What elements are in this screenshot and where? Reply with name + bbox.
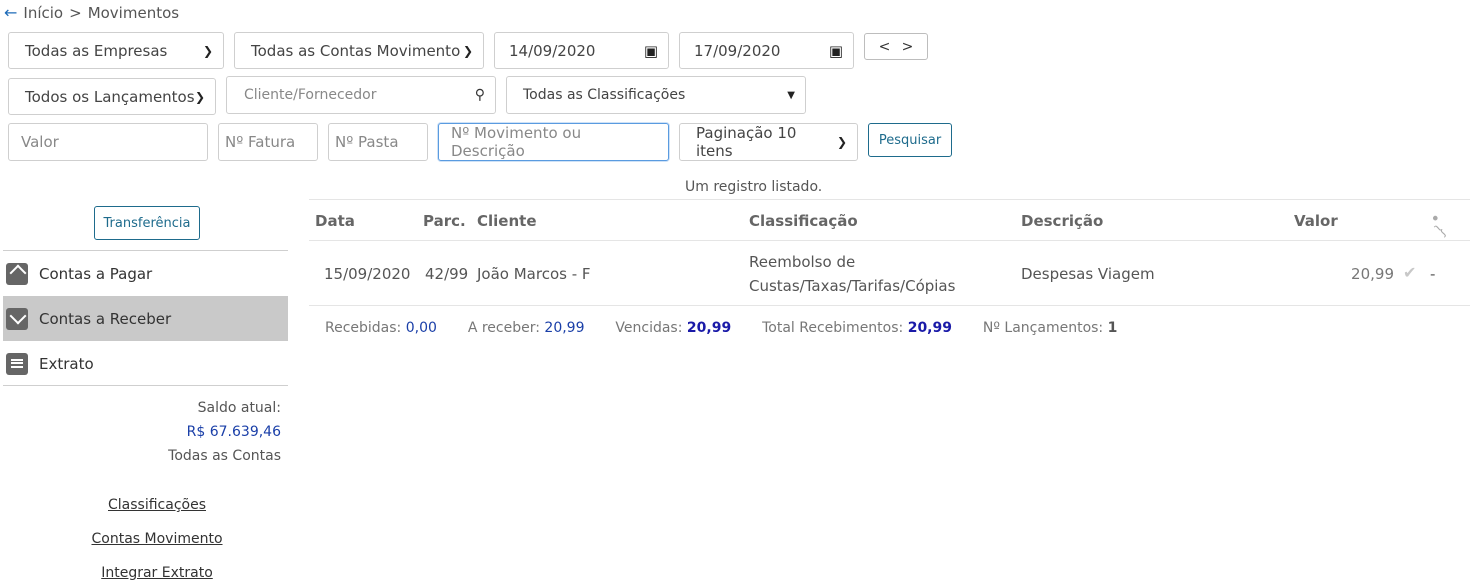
download-tray-icon <box>6 307 28 330</box>
prev-period-button[interactable]: < <box>879 39 891 55</box>
search-button[interactable]: Pesquisar <box>868 123 952 157</box>
recebidas-value: 0,00 <box>405 320 437 336</box>
breadcrumb-home[interactable]: Início <box>23 4 63 22</box>
check-icon[interactable]: ✔ <box>1403 263 1416 282</box>
link-integrar-extrato[interactable]: Integrar Extrato <box>57 565 257 581</box>
col-header-classificacao[interactable]: Classificação <box>749 212 858 230</box>
table-row-border <box>309 305 1470 306</box>
cliente-placeholder: Cliente/Fornecedor <box>244 87 377 103</box>
lancamentos-select-value: Todos os Lançamentos <box>25 87 195 106</box>
total-label: Total Recebimentos: <box>762 320 904 336</box>
vencidas-label: Vencidas: <box>615 320 683 336</box>
upload-tray-icon <box>6 262 28 285</box>
col-header-descricao[interactable]: Descrição <box>1021 212 1103 230</box>
sidebar-divider <box>3 385 288 386</box>
summary-bar: Recebidas: 0,00 A receber: 20,99 Vencida… <box>325 320 1117 336</box>
date-from-input[interactable]: 14/09/2020 ▣ <box>494 32 669 69</box>
col-header-data[interactable]: Data <box>315 212 355 230</box>
sidebar-item-contas-pagar[interactable]: Contas a Pagar <box>3 251 288 296</box>
statement-icon <box>6 352 28 375</box>
valor-placeholder: Valor <box>21 133 59 151</box>
sidebar-item-contas-receber[interactable]: Contas a Receber <box>3 296 288 341</box>
back-arrow-icon[interactable]: ← <box>4 3 17 22</box>
status-text: Um registro listado. <box>685 179 823 195</box>
link-classificacoes[interactable]: Classificações <box>57 497 257 513</box>
contas-select-value: Todas as Contas Movimento <box>251 41 461 60</box>
table-top-border <box>309 199 1470 200</box>
classificacoes-select-value: Todas as Classificações <box>523 87 686 103</box>
cell-classificacao-line2: Custas/Taxas/Tarifas/Cópias <box>749 277 956 295</box>
saldo-scope: Todas as Contas <box>168 448 281 464</box>
sidebar-item-label: Contas a Pagar <box>39 264 153 283</box>
lancamentos-select[interactable]: Todos os Lançamentos ❯ <box>8 78 216 115</box>
attachment-icon: •︷ <box>1424 208 1457 240</box>
cell-descricao: Despesas Viagem <box>1021 265 1155 283</box>
search-icon[interactable]: ⚲ <box>475 87 485 103</box>
cliente-fornecedor-input[interactable]: Cliente/Fornecedor ⚲ <box>226 76 496 114</box>
contas-movimento-select[interactable]: Todas as Contas Movimento ❯ <box>234 32 484 69</box>
sidebar-item-label: Contas a Receber <box>39 309 172 328</box>
cell-parc: 42/99 <box>425 265 469 283</box>
date-to-input[interactable]: 17/09/2020 ▣ <box>679 32 854 69</box>
chevron-down-icon: ❯ <box>462 43 473 58</box>
sidebar-item-label: Extrato <box>39 354 94 373</box>
breadcrumb-current: Movimentos <box>87 3 180 22</box>
total-value: 20,99 <box>907 320 952 336</box>
cell-classificacao-line1: Reembolso de <box>749 253 856 271</box>
col-header-valor[interactable]: Valor <box>1294 212 1338 230</box>
transfer-button[interactable]: Transferência <box>94 206 200 240</box>
col-header-parc[interactable]: Parc. <box>423 212 466 230</box>
date-to-value: 17/09/2020 <box>694 41 781 60</box>
cell-cliente: João Marcos - F <box>477 265 591 283</box>
chevron-down-icon: ❯ <box>202 43 213 58</box>
empresas-select[interactable]: Todas as Empresas ❯ <box>8 32 224 69</box>
pasta-input[interactable]: Nº Pasta <box>328 123 428 161</box>
saldo-label: Saldo atual: <box>197 400 281 416</box>
calendar-icon[interactable]: ▣ <box>644 42 658 60</box>
calendar-icon[interactable]: ▣ <box>829 42 843 60</box>
lancamentos-count-value: 1 <box>1107 320 1118 336</box>
chevron-down-icon: ❯ <box>836 135 847 149</box>
date-nav-buttons: < > <box>864 33 928 60</box>
fatura-placeholder: Nº Fatura <box>225 133 296 151</box>
movimento-placeholder: Nº Movimento ou Descrição <box>451 124 582 160</box>
movimento-descricao-input[interactable]: Nº Movimento ou Descrição <box>438 123 669 161</box>
valor-input[interactable]: Valor <box>8 123 208 161</box>
lancamentos-count-label: Nº Lançamentos: <box>982 320 1104 336</box>
cell-extra: - <box>1430 265 1436 283</box>
link-contas-movimento[interactable]: Contas Movimento <box>57 531 257 547</box>
recebidas-label: Recebidas: <box>325 320 402 336</box>
table-row[interactable]: 15/09/2020 42/99 João Marcos - F Reembol… <box>309 241 1470 305</box>
empresas-select-value: Todas as Empresas <box>25 41 168 60</box>
cell-data: 15/09/2020 <box>324 265 411 283</box>
cell-valor: 20,99 <box>1351 265 1394 283</box>
fatura-input[interactable]: Nº Fatura <box>218 123 318 161</box>
next-period-button[interactable]: > <box>902 39 914 55</box>
caret-down-icon: ▼ <box>787 89 795 101</box>
areceber-value: 20,99 <box>544 320 585 336</box>
classificacoes-select[interactable]: Todas as Classificações ▼ <box>506 76 806 114</box>
date-from-value: 14/09/2020 <box>509 41 596 60</box>
chevron-down-icon: ❯ <box>194 89 205 104</box>
breadcrumb-separator: > <box>69 3 82 22</box>
paginacao-select-value: Paginação 10 itens <box>696 124 797 160</box>
areceber-label: A receber: <box>467 320 540 336</box>
vencidas-value: 20,99 <box>686 320 732 336</box>
pasta-placeholder: Nº Pasta <box>335 133 399 151</box>
breadcrumb: ← Início > Movimentos <box>4 3 179 22</box>
sidebar-item-extrato[interactable]: Extrato <box>3 341 288 386</box>
paginacao-select[interactable]: Paginação 10 itens ❯ <box>679 123 858 161</box>
saldo-value: R$ 67.639,46 <box>186 424 281 440</box>
col-header-cliente[interactable]: Cliente <box>477 212 537 230</box>
